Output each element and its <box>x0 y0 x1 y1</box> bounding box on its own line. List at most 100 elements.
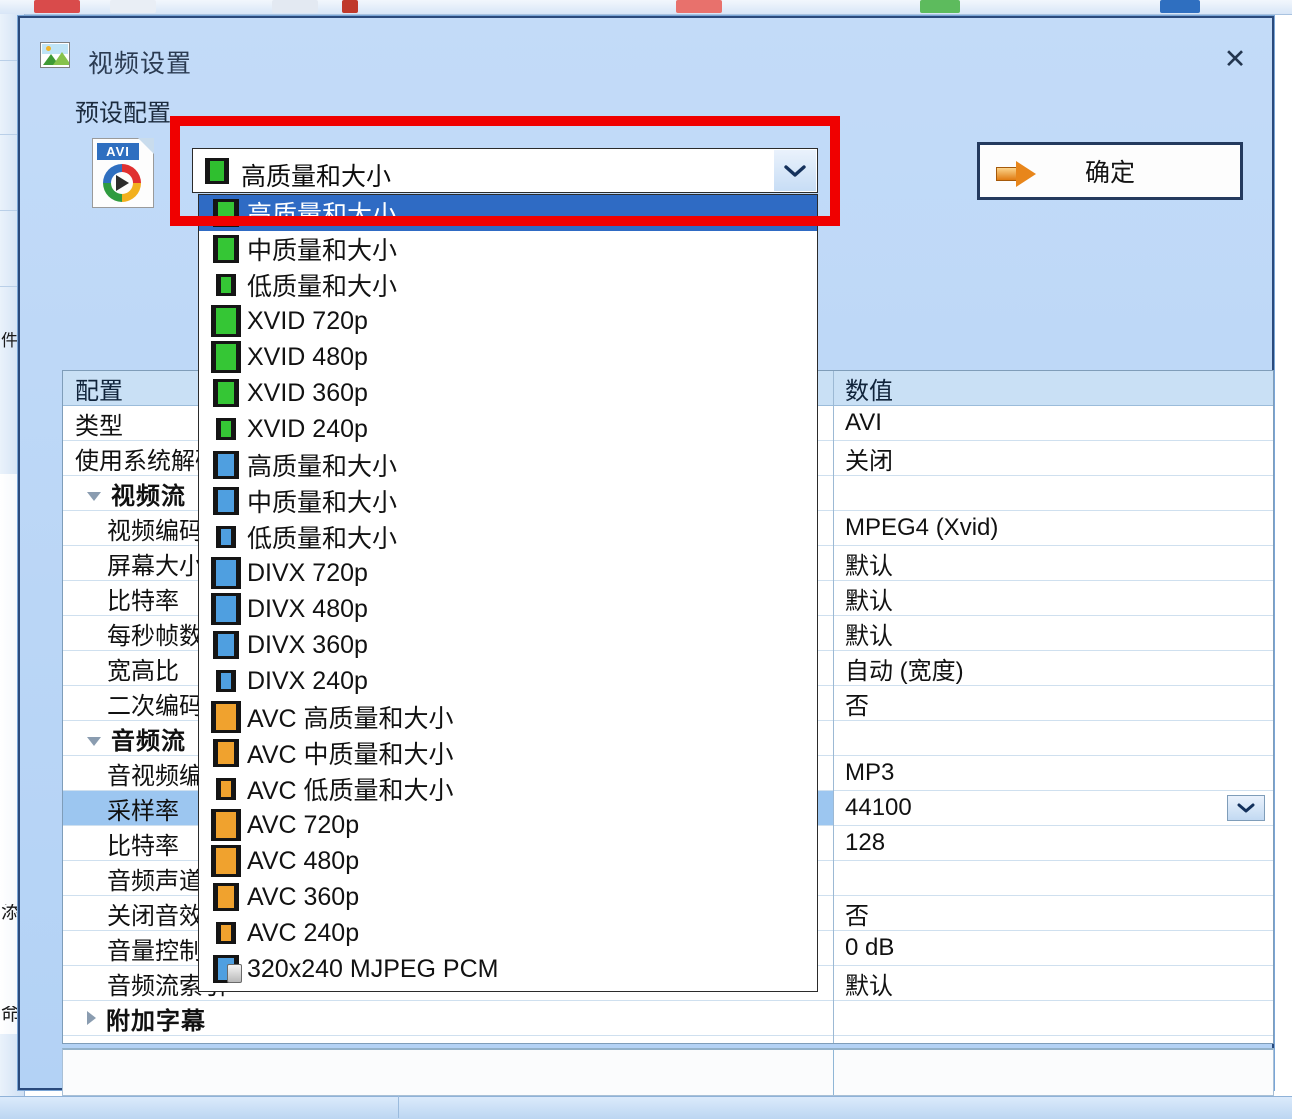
dropdown-option[interactable]: 中质量和大小 <box>199 483 817 519</box>
film-orange-icon <box>209 701 243 733</box>
property-name-cell: 水印 (AviSynth) <box>63 1036 833 1044</box>
dropdown-option[interactable]: DIVX 240p <box>199 663 817 699</box>
property-value-cell <box>833 476 1273 510</box>
preset-combobox-value: 高质量和大小 <box>241 163 392 191</box>
dropdown-option-label: DIVX 360p <box>247 630 368 659</box>
property-value-label: 0 dB <box>845 934 895 961</box>
property-value-label: MP3 <box>845 759 895 786</box>
dropdown-option[interactable]: AVC 高质量和大小 <box>199 699 817 735</box>
film-blue-icon <box>209 557 243 589</box>
property-name-label: 关闭音效 <box>107 902 203 930</box>
value-dropdown-button[interactable] <box>1227 795 1265 821</box>
dropdown-option[interactable]: AVC 240p <box>199 915 817 951</box>
dropdown-option[interactable]: AVC 480p <box>199 843 817 879</box>
dropdown-option[interactable]: AVC 720p <box>199 807 817 843</box>
background-toolbar-icon <box>1160 0 1200 13</box>
dropdown-option[interactable]: XVID 720p <box>199 303 817 339</box>
image-icon <box>40 42 70 68</box>
film-blue-icon <box>209 451 243 479</box>
confirm-button[interactable]: 确定 <box>977 142 1243 200</box>
chevron-down-icon[interactable] <box>87 736 101 746</box>
film-orange-icon <box>209 883 243 911</box>
property-name-label: 音频流 <box>111 727 186 755</box>
dropdown-option[interactable]: 高质量和大小 <box>199 447 817 483</box>
background-toolbar <box>0 0 1292 15</box>
dropdown-option[interactable]: 高质量和大小 <box>199 195 817 231</box>
background-toolbar-icon <box>920 0 960 13</box>
dropdown-option-label: AVC 720p <box>247 810 360 839</box>
property-name-label: 比特率 <box>107 587 179 615</box>
property-value-cell: 否 <box>833 896 1273 930</box>
dropdown-option[interactable]: DIVX 360p <box>199 627 817 663</box>
table-row[interactable]: 附加字幕 <box>63 1001 1273 1036</box>
dropdown-option[interactable]: AVC 低质量和大小 <box>199 771 817 807</box>
property-value-label: 默认 <box>845 552 893 580</box>
property-value-label: 否 <box>845 692 869 720</box>
property-value-cell: 默认 <box>833 546 1273 580</box>
dropdown-option-label: XVID 360p <box>247 378 368 407</box>
film-blue-icon <box>209 593 243 625</box>
dialog-body: 视频设置 ✕ 预设配置 AVI 高质量和大小 高质量和大小 中质量和大小 低质量和大 <box>20 18 1274 1096</box>
film-device-icon <box>209 955 243 983</box>
property-value-label: 关闭 <box>845 447 893 475</box>
dropdown-option[interactable]: XVID 240p <box>199 411 817 447</box>
dropdown-option[interactable]: 320x240 MJPEG PCM <box>199 951 817 987</box>
property-value-cell <box>833 1001 1273 1035</box>
dropdown-option[interactable]: XVID 480p <box>199 339 817 375</box>
table-row[interactable]: 水印 (AviSynth) <box>63 1036 1273 1044</box>
film-orange-icon <box>209 739 243 767</box>
close-icon[interactable]: ✕ <box>1218 42 1252 76</box>
property-value-cell: 自动 (宽度) <box>833 651 1273 685</box>
dropdown-option-label: DIVX 480p <box>247 594 368 623</box>
property-value-cell <box>833 861 1273 895</box>
property-value-label: 默认 <box>845 587 893 615</box>
property-name-label: 附加字幕 <box>106 1007 206 1035</box>
property-value-label: 自动 (宽度) <box>845 657 964 685</box>
grid-column-splitter[interactable] <box>833 371 834 1043</box>
chevron-down-icon[interactable] <box>87 491 101 501</box>
dropdown-option[interactable]: XVID 360p <box>199 375 817 411</box>
dropdown-option[interactable]: 中质量和大小 <box>199 231 817 267</box>
dropdown-option[interactable]: AVC 中质量和大小 <box>199 735 817 771</box>
property-name-label: 宽高比 <box>107 657 179 685</box>
property-name-label: 配置 <box>75 377 123 405</box>
property-value-label: 44100 <box>845 794 912 821</box>
dropdown-option[interactable]: DIVX 720p <box>199 555 817 591</box>
preset-combobox[interactable]: 高质量和大小 <box>192 148 818 193</box>
background-toolbar-icon <box>34 0 80 13</box>
property-name-cell: 附加字幕 <box>63 1001 833 1035</box>
preset-dropdown-list[interactable]: 高质量和大小 中质量和大小 低质量和大小 XVID 720p XVID 480p XVID… <box>198 194 818 992</box>
property-value-cell: 关闭 <box>833 441 1273 475</box>
dropdown-option[interactable]: 低质量和大小 <box>199 519 817 555</box>
dropdown-option[interactable]: AVC 360p <box>199 879 817 915</box>
property-name-label: 采样率 <box>107 797 179 825</box>
dropdown-option[interactable]: DIVX 480p <box>199 591 817 627</box>
property-value-label: 默认 <box>845 972 893 1000</box>
dropdown-option-label: AVC 240p <box>247 918 360 947</box>
dropdown-option-label: 中质量和大小 <box>247 489 398 517</box>
description-pane <box>62 1048 1274 1096</box>
film-blue-icon <box>209 526 243 548</box>
property-value-label: 默认 <box>845 622 893 650</box>
property-value-label: 数值 <box>845 377 893 405</box>
film-green-icon <box>209 341 243 373</box>
film-green-icon <box>209 274 243 296</box>
film-green-icon <box>209 305 243 337</box>
property-name-label: 视频流 <box>111 482 186 510</box>
film-blue-icon <box>209 487 243 515</box>
dropdown-option-label: AVC 低质量和大小 <box>247 777 454 805</box>
film-blue-icon <box>209 670 243 692</box>
dropdown-option-label: AVC 360p <box>247 882 360 911</box>
dropdown-option-label: 320x240 MJPEG PCM <box>247 954 499 983</box>
property-name-label: 音量控制 <box>107 937 203 965</box>
chevron-right-icon[interactable] <box>87 1011 96 1025</box>
chevron-down-icon[interactable] <box>774 150 816 191</box>
background-statusbar <box>0 1096 1292 1119</box>
property-name-label: 水印 (AviSynth) <box>106 1036 293 1044</box>
film-orange-icon <box>209 778 243 800</box>
film-green-icon <box>209 379 243 407</box>
film-green-icon <box>209 235 243 263</box>
property-name-label: 每秒帧数 <box>107 622 203 650</box>
background-toolbar-icon <box>110 0 156 13</box>
dropdown-option[interactable]: 低质量和大小 <box>199 267 817 303</box>
